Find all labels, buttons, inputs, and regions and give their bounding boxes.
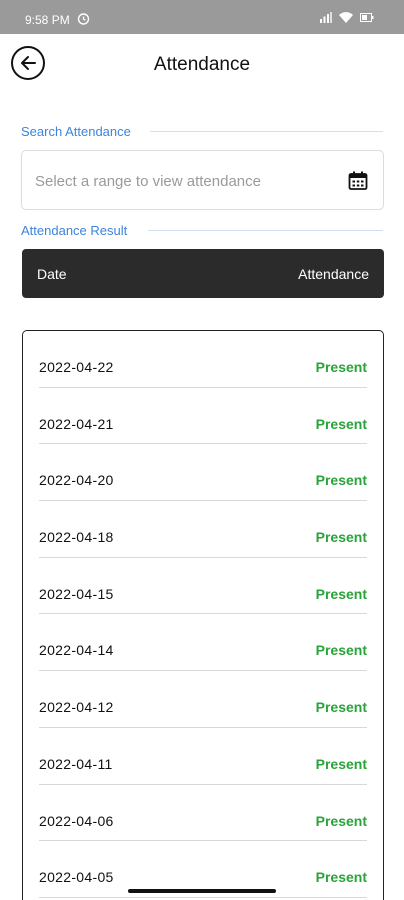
- alarm-icon: [77, 12, 90, 30]
- row-status: Present: [315, 642, 367, 659]
- row-date: 2022-04-06: [39, 812, 114, 829]
- row-date: 2022-04-14: [39, 642, 114, 659]
- wifi-icon: [339, 12, 353, 23]
- attendance-row: 2022-04-15 Present: [39, 558, 367, 615]
- divider: [148, 230, 383, 231]
- row-status: Present: [315, 529, 367, 546]
- row-date: 2022-04-15: [39, 585, 114, 602]
- home-indicator[interactable]: [128, 889, 276, 893]
- page-title: Attendance: [153, 54, 251, 75]
- attendance-row: 2022-04-14 Present: [39, 614, 367, 672]
- row-date: 2022-04-21: [39, 415, 114, 432]
- row-status: Present: [315, 869, 367, 886]
- result-section-label: Attendance Result: [21, 223, 138, 238]
- row-date: 2022-04-18: [39, 529, 114, 546]
- row-status: Present: [315, 812, 367, 829]
- attendance-row: 2022-04-12 Present: [39, 671, 367, 728]
- status-bar: 9:58 PM: [0, 0, 404, 34]
- row-date: 2022-04-11: [39, 755, 113, 772]
- row-status: Present: [315, 585, 367, 602]
- app-header: Attendance: [0, 34, 404, 94]
- date-range-field[interactable]: [21, 150, 384, 210]
- attendance-row: 2022-04-06 Present: [39, 785, 367, 842]
- battery-icon: [360, 13, 374, 22]
- row-status: Present: [315, 472, 367, 489]
- row-date: 2022-04-20: [39, 472, 114, 489]
- attendance-row: 2022-04-22 Present: [39, 331, 367, 388]
- status-time: 9:58 PM: [25, 13, 70, 27]
- attendance-row: 2022-04-21 Present: [39, 388, 367, 445]
- attendance-row: 2022-04-11 Present: [39, 728, 367, 785]
- table-header: Date Attendance: [22, 249, 384, 298]
- row-date: 2022-04-12: [39, 699, 114, 716]
- row-date: 2022-04-05: [39, 869, 114, 886]
- attendance-list[interactable]: 2022-04-22 Present 2022-04-21 Present 20…: [22, 330, 384, 900]
- row-status: Present: [315, 415, 367, 432]
- row-status: Present: [315, 699, 367, 716]
- column-header-date: Date: [37, 266, 67, 282]
- search-section-label: Search Attendance: [21, 124, 141, 139]
- date-range-input[interactable]: [33, 163, 337, 199]
- calendar-icon[interactable]: [348, 171, 368, 196]
- attendance-row: 2022-04-18 Present: [39, 501, 367, 558]
- column-header-attendance: Attendance: [298, 266, 369, 282]
- divider: [150, 131, 383, 132]
- row-date: 2022-04-22: [39, 359, 114, 375]
- attendance-row: 2022-04-20 Present: [39, 444, 367, 502]
- row-status: Present: [315, 359, 367, 375]
- signal-icon: [320, 12, 332, 23]
- row-status: Present: [315, 755, 367, 772]
